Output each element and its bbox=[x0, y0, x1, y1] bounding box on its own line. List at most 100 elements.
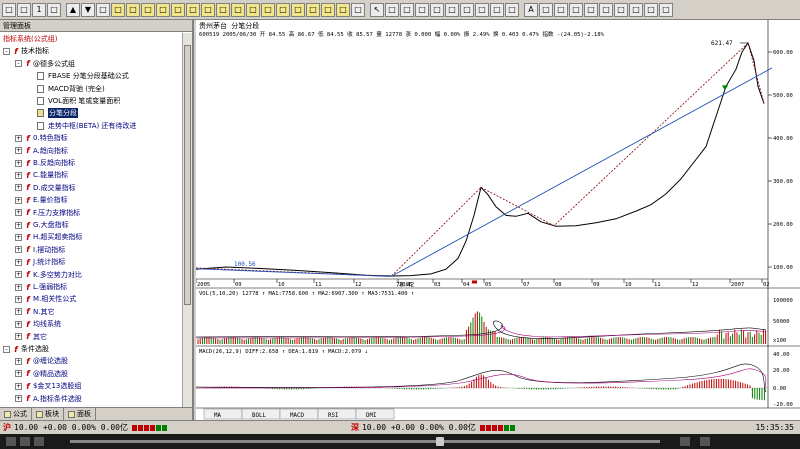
collapse-icon[interactable]: - bbox=[3, 345, 10, 353]
toolbar-button-10[interactable]: □ bbox=[156, 2, 170, 17]
tree-item[interactable]: MACD背驰 (完全) bbox=[37, 83, 105, 95]
tree-item[interactable]: FBASE 分笔分段基础公式 bbox=[37, 70, 129, 82]
indicator-tab-rsi[interactable]: RSI bbox=[328, 413, 338, 419]
toolbar-button-9[interactable]: □ bbox=[141, 2, 155, 17]
tree-item[interactable]: + f K.多空势力对比 bbox=[15, 269, 82, 281]
tree-item[interactable]: + f H.超买超卖指标 bbox=[15, 231, 82, 243]
tree-item[interactable]: - f @德多公式组 bbox=[15, 58, 75, 70]
toolbar-button-6[interactable]: □ bbox=[96, 2, 110, 17]
tree-item[interactable]: - f 条件选股 bbox=[3, 343, 49, 355]
expand-icon[interactable]: + bbox=[15, 357, 22, 365]
tree-item[interactable]: + f L.强弱指标 bbox=[15, 281, 67, 293]
toolbar-button-36[interactable]: □ bbox=[554, 2, 568, 17]
tree-item[interactable]: + f C.能量指标 bbox=[15, 169, 68, 181]
toolbar-button-41[interactable]: □ bbox=[629, 2, 643, 17]
stop-icon[interactable] bbox=[20, 437, 30, 446]
toolbar-button-37[interactable]: □ bbox=[569, 2, 583, 17]
tab-formula[interactable]: 公式 bbox=[0, 408, 32, 420]
toolbar-button-26[interactable]: □ bbox=[400, 2, 414, 17]
expand-icon[interactable]: + bbox=[15, 382, 22, 390]
tree-item[interactable]: + f @精品选股 bbox=[15, 368, 68, 380]
toolbar-button-16[interactable]: □ bbox=[246, 2, 260, 17]
toolbar-button-38[interactable]: □ bbox=[584, 2, 598, 17]
tree-item[interactable]: + f 均线系统 bbox=[15, 318, 61, 330]
toolbar-button-22[interactable]: □ bbox=[336, 2, 350, 17]
toolbar-button-11[interactable]: □ bbox=[171, 2, 185, 17]
expand-icon[interactable]: + bbox=[15, 196, 22, 204]
tree-item[interactable]: + f D.成交量指标 bbox=[15, 182, 76, 194]
toolbar-button-15[interactable]: □ bbox=[231, 2, 245, 17]
toolbar-button-12[interactable]: □ bbox=[186, 2, 200, 17]
play-icon[interactable] bbox=[6, 437, 16, 446]
tree-item[interactable]: + f 其它 bbox=[15, 331, 47, 343]
expand-icon[interactable]: + bbox=[15, 333, 22, 341]
toolbar-button-0[interactable]: □ bbox=[2, 2, 16, 17]
expand-icon[interactable]: + bbox=[15, 258, 22, 266]
toolbar-button-24[interactable]: ↖ bbox=[370, 2, 384, 17]
toolbar-button-18[interactable]: □ bbox=[276, 2, 290, 17]
toolbar-button-17[interactable]: □ bbox=[261, 2, 275, 17]
toolbar-button-5[interactable]: ▼ bbox=[81, 2, 95, 17]
toolbar-button-27[interactable]: □ bbox=[415, 2, 429, 17]
formula-tree[interactable]: 指标系统(公式组) - f 技术指标 - f @德多公式组 FBASE 分笔分段基础公式 MAC… bbox=[0, 33, 182, 407]
expand-icon[interactable]: + bbox=[15, 134, 22, 142]
toolbar-button-23[interactable]: □ bbox=[351, 2, 365, 17]
tree-item[interactable]: + f @缠论选股 bbox=[15, 355, 68, 367]
expand-icon[interactable]: + bbox=[15, 308, 22, 316]
toolbar-button-34[interactable]: A bbox=[524, 2, 538, 17]
toolbar-button-43[interactable]: □ bbox=[659, 2, 673, 17]
stock-chart[interactable]: 贵州茅台 分笔分段600519 2005/06/30 开 84.55 高 86.… bbox=[195, 20, 800, 420]
toolbar-button-1[interactable]: □ bbox=[17, 2, 31, 17]
tree-item[interactable]: + f F.压力支撑指标 bbox=[15, 207, 80, 219]
toolbar-button-7[interactable]: □ bbox=[111, 2, 125, 17]
expand-icon[interactable]: + bbox=[15, 246, 22, 254]
expand-icon[interactable]: + bbox=[15, 395, 22, 403]
toolbar-button-33[interactable]: □ bbox=[505, 2, 519, 17]
toolbar-button-42[interactable]: □ bbox=[644, 2, 658, 17]
tree-scrollbar[interactable] bbox=[182, 33, 192, 407]
tree-item[interactable]: - f 技术指标 bbox=[3, 45, 49, 57]
tree-item[interactable]: VOL面积 笔或变量面积 bbox=[37, 95, 120, 107]
toolbar-button-3[interactable]: □ bbox=[47, 2, 61, 17]
indicator-tab-ma[interactable]: MA bbox=[214, 413, 221, 419]
toolbar-button-20[interactable]: □ bbox=[306, 2, 320, 17]
tab-panel[interactable]: 面板 bbox=[64, 408, 96, 420]
tree-item[interactable]: + f $金叉13选股组 bbox=[15, 380, 81, 392]
collapse-icon[interactable]: - bbox=[15, 60, 22, 68]
tab-sector[interactable]: 板块 bbox=[32, 408, 64, 420]
tree-item[interactable]: + f J.统计指标 bbox=[15, 256, 65, 268]
expand-icon[interactable]: + bbox=[15, 184, 22, 192]
toolbar-button-2[interactable]: 1 bbox=[32, 2, 46, 17]
toolbar-button-31[interactable]: □ bbox=[475, 2, 489, 17]
expand-icon[interactable]: + bbox=[15, 171, 22, 179]
toolbar-button-14[interactable]: □ bbox=[216, 2, 230, 17]
tree-item[interactable]: 指标系统(公式组) bbox=[3, 33, 57, 45]
tree-item[interactable]: + f A.指标条件选股 bbox=[15, 393, 82, 405]
tree-item[interactable]: + f M.相关性公式 bbox=[15, 293, 76, 305]
tree-item[interactable]: 走势中枢(BETA) 还有待改进 bbox=[37, 120, 136, 132]
indicator-tab-boll[interactable]: BOLL bbox=[252, 413, 266, 419]
tree-item[interactable]: + f E.量价指标 bbox=[15, 194, 68, 206]
volume-icon[interactable] bbox=[680, 437, 690, 446]
toolbar-button-40[interactable]: □ bbox=[614, 2, 628, 17]
tree-item[interactable]: + f G.大盘指标 bbox=[15, 219, 69, 231]
tree-item[interactable]: + f N.其它 bbox=[15, 306, 54, 318]
toolbar-button-30[interactable]: □ bbox=[460, 2, 474, 17]
toolbar-button-35[interactable]: □ bbox=[539, 2, 553, 17]
toolbar-button-19[interactable]: □ bbox=[291, 2, 305, 17]
expand-icon[interactable]: + bbox=[15, 233, 22, 241]
toolbar-button-28[interactable]: □ bbox=[430, 2, 444, 17]
expand-icon[interactable]: + bbox=[15, 221, 22, 229]
toolbar-button-39[interactable]: □ bbox=[599, 2, 613, 17]
scrollbar-thumb[interactable] bbox=[184, 45, 191, 305]
toolbar-button-32[interactable]: □ bbox=[490, 2, 504, 17]
seek-track[interactable] bbox=[70, 440, 660, 443]
expand-icon[interactable]: + bbox=[15, 209, 22, 217]
expand-icon[interactable]: + bbox=[15, 283, 22, 291]
tree-item[interactable]: + f I.摆动指标 bbox=[15, 244, 65, 256]
fullscreen-icon[interactable] bbox=[700, 437, 710, 446]
expand-icon[interactable]: + bbox=[15, 271, 22, 279]
chart-area[interactable]: 贵州茅台 分笔分段 600519 2005/06/30 开 84.55 高 86.… bbox=[195, 20, 800, 420]
expand-icon[interactable]: + bbox=[15, 295, 22, 303]
toolbar-button-25[interactable]: □ bbox=[385, 2, 399, 17]
